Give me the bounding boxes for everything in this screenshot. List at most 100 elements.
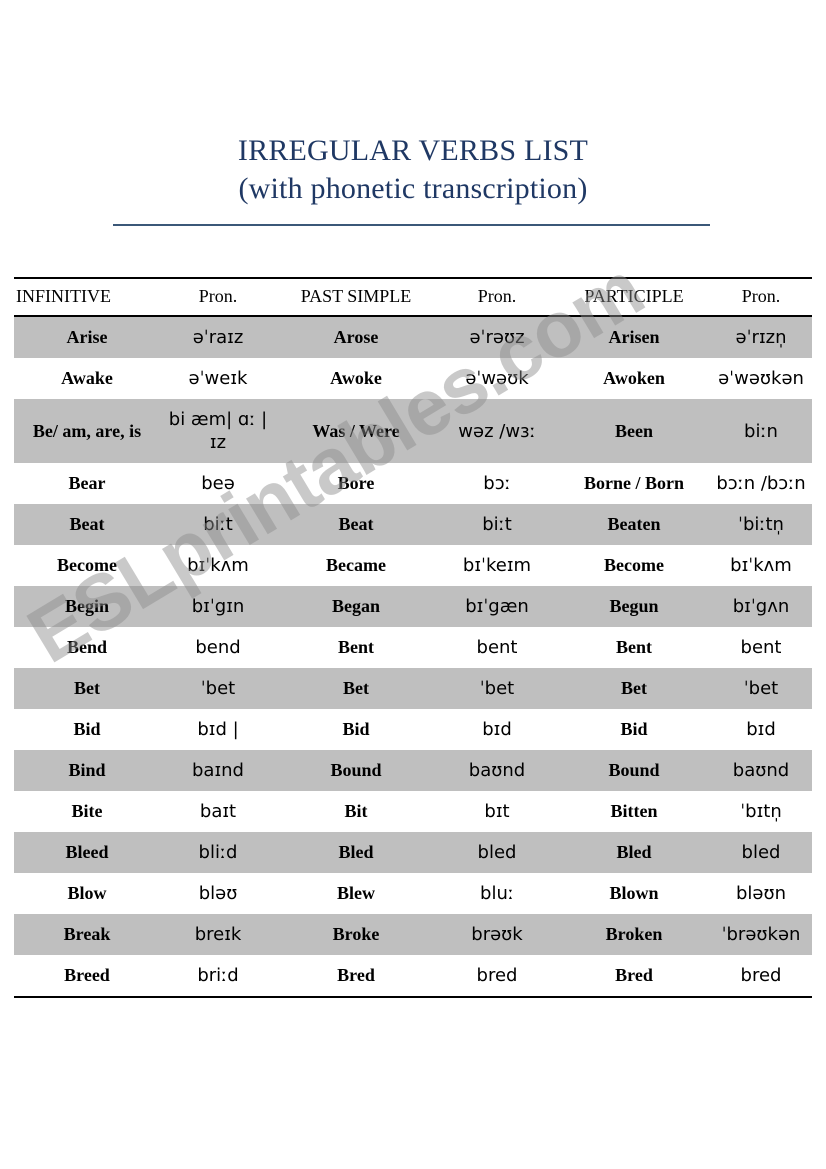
cell-pron-3: bɔːn /bɔːn xyxy=(716,473,806,494)
cell-past-simple: Was / Were xyxy=(276,399,436,463)
cell-past-simple: Became xyxy=(326,555,386,575)
cell-pron-3: bent xyxy=(740,637,782,658)
page-title-line-1: IRREGULAR VERBS LIST xyxy=(237,134,589,167)
cell-pron-2: biːt xyxy=(436,504,558,545)
cell-pron-3: bɪˈgʌn xyxy=(710,586,812,627)
cell-pron-3: bɪd xyxy=(746,719,776,740)
page-title-line-2: (with phonetic transcription) xyxy=(238,172,588,205)
cell-pron-3: ˈbet xyxy=(710,668,812,709)
cell-pron-3: ˈbɪtn̩ xyxy=(740,801,782,822)
cell-pron-3: bɪˈkʌm xyxy=(730,555,792,576)
cell-participle: Bled xyxy=(558,832,710,873)
cell-pron-2: bled xyxy=(436,832,558,873)
table-header-row: INFINITIVE Pron. PAST SIMPLE Pron. PARTI… xyxy=(14,277,812,317)
table-row: Breed briːd Bred bred Bred bred xyxy=(14,955,812,998)
table-row: Bid bɪd | Bid bɪd Bid bɪd xyxy=(14,709,812,750)
cell-participle: Bid xyxy=(620,719,648,739)
cell-pron-1: bləʊ xyxy=(198,883,238,904)
worksheet-page: IRREGULAR VERBS LIST (with phonetic tran… xyxy=(0,0,826,1169)
table-header: INFINITIVE Pron. PAST SIMPLE Pron. PARTI… xyxy=(14,277,812,317)
table-row: Become bɪˈkʌm Became bɪˈkeɪm Become bɪˈkʌm xyxy=(14,545,812,586)
cell-participle: Awoken xyxy=(603,368,665,388)
table-row: Bite baɪt Bit bɪt Bitten ˈbɪtn̩ xyxy=(14,791,812,832)
cell-pron-3: ˈbrəʊkən xyxy=(710,914,812,955)
cell-pron-3: bled xyxy=(710,832,812,873)
cell-infinitive: Awake xyxy=(61,368,113,388)
cell-pron-2: bent xyxy=(476,637,518,658)
cell-pron-2: bɪˈgæn xyxy=(436,586,558,627)
cell-infinitive: Blow xyxy=(67,883,107,903)
cell-infinitive: Bind xyxy=(14,750,160,791)
table-row: Arise əˈraɪz Arose əˈrəʊz Arisen əˈrɪzn̩ xyxy=(14,316,812,358)
cell-past-simple: Blew xyxy=(337,883,375,903)
table-row: Begin bɪˈgɪn Began bɪˈgæn Begun bɪˈgʌn xyxy=(14,586,812,627)
cell-pron-1: əˈraɪz xyxy=(160,316,276,358)
cell-past-simple: Bore xyxy=(337,473,375,493)
cell-pron-2: bɔː xyxy=(483,473,511,494)
cell-past-simple: Began xyxy=(276,586,436,627)
cell-infinitive: Bite xyxy=(71,801,103,821)
cell-past-simple: Bred xyxy=(276,955,436,998)
cell-pron-2: bluː xyxy=(480,883,514,904)
cell-pron-1: briːd xyxy=(160,955,276,998)
cell-pron-3: biːn xyxy=(710,399,812,463)
title-divider xyxy=(113,224,710,226)
cell-participle: Bet xyxy=(558,668,710,709)
cell-infinitive: Arise xyxy=(14,316,160,358)
cell-infinitive: Become xyxy=(57,555,117,575)
cell-past-simple: Bent xyxy=(338,637,374,657)
cell-pron-3: ˈbiːtn̩ xyxy=(710,504,812,545)
cell-pron-3: bləʊn xyxy=(735,883,787,904)
table-row: Awake əˈweɪk Awoke əˈwəʊk Awoken əˈwəʊkən xyxy=(14,358,812,399)
cell-participle: Been xyxy=(558,399,710,463)
cell-pron-1: əˈweɪk xyxy=(188,368,248,389)
cell-pron-2: bɪd xyxy=(482,719,512,740)
cell-pron-2: əˈrəʊz xyxy=(436,316,558,358)
column-header-pron-3: Pron. xyxy=(710,277,812,317)
cell-pron-3: baʊnd xyxy=(710,750,812,791)
cell-pron-1: baɪnd xyxy=(160,750,276,791)
table-row: Blow bləʊ Blew bluː Blown bləʊn xyxy=(14,873,812,914)
cell-past-simple: Bit xyxy=(344,801,368,821)
cell-participle: Bitten xyxy=(610,801,658,821)
cell-infinitive: Beat xyxy=(14,504,160,545)
cell-pron-1: bliːd xyxy=(160,832,276,873)
cell-pron-3: bred xyxy=(710,955,812,998)
cell-pron-1: ˈbet xyxy=(160,668,276,709)
cell-past-simple: Bid xyxy=(342,719,370,739)
cell-pron-2: baʊnd xyxy=(436,750,558,791)
cell-pron-2: bred xyxy=(436,955,558,998)
cell-past-simple: Arose xyxy=(276,316,436,358)
cell-infinitive: Bid xyxy=(73,719,101,739)
table-row: Bear beə Bore bɔː Borne / Born bɔːn /bɔːn xyxy=(14,463,812,504)
cell-pron-1: beə xyxy=(201,473,235,494)
cell-participle: Begun xyxy=(558,586,710,627)
cell-past-simple: Beat xyxy=(276,504,436,545)
cell-infinitive: Be/ am, are, is xyxy=(14,399,160,463)
page-title: IRREGULAR VERBS LIST (with phonetic tran… xyxy=(0,132,826,208)
cell-pron-3: əˈwəʊkən xyxy=(718,368,804,389)
cell-infinitive: Bear xyxy=(68,473,106,493)
table-row: Bet ˈbet Bet ˈbet Bet ˈbet xyxy=(14,668,812,709)
cell-infinitive: Bet xyxy=(14,668,160,709)
cell-pron-1: breɪk xyxy=(160,914,276,955)
table-body: Arise əˈraɪz Arose əˈrəʊz Arisen əˈrɪzn̩ Awake… xyxy=(14,316,812,998)
table-row: Be/ am, are, is bi æm| ɑː | ɪz Was / Were w… xyxy=(14,399,812,463)
cell-pron-2: bɪˈkeɪm xyxy=(462,555,532,576)
cell-pron-1: bend xyxy=(195,637,241,658)
table-row: Bleed bliːd Bled bled Bled bled xyxy=(14,832,812,873)
cell-infinitive: Bleed xyxy=(14,832,160,873)
cell-pron-2: ˈbet xyxy=(436,668,558,709)
cell-pron-1: bɪˈkʌm xyxy=(187,555,249,576)
cell-pron-2: brəʊk xyxy=(436,914,558,955)
cell-pron-2: əˈwəʊk xyxy=(465,368,529,389)
column-header-past-simple: PAST SIMPLE xyxy=(276,277,436,317)
column-header-pron-1: Pron. xyxy=(160,277,276,317)
cell-past-simple: Bled xyxy=(276,832,436,873)
table-row: Break breɪk Broke brəʊk Broken ˈbrəʊkən xyxy=(14,914,812,955)
cell-pron-2: wəz /wɜː xyxy=(436,399,558,463)
table-row: Beat biːt Beat biːt Beaten ˈbiːtn̩ xyxy=(14,504,812,545)
cell-pron-1: bɪˈgɪn xyxy=(160,586,276,627)
cell-infinitive: Bend xyxy=(66,637,108,657)
cell-infinitive: Breed xyxy=(14,955,160,998)
